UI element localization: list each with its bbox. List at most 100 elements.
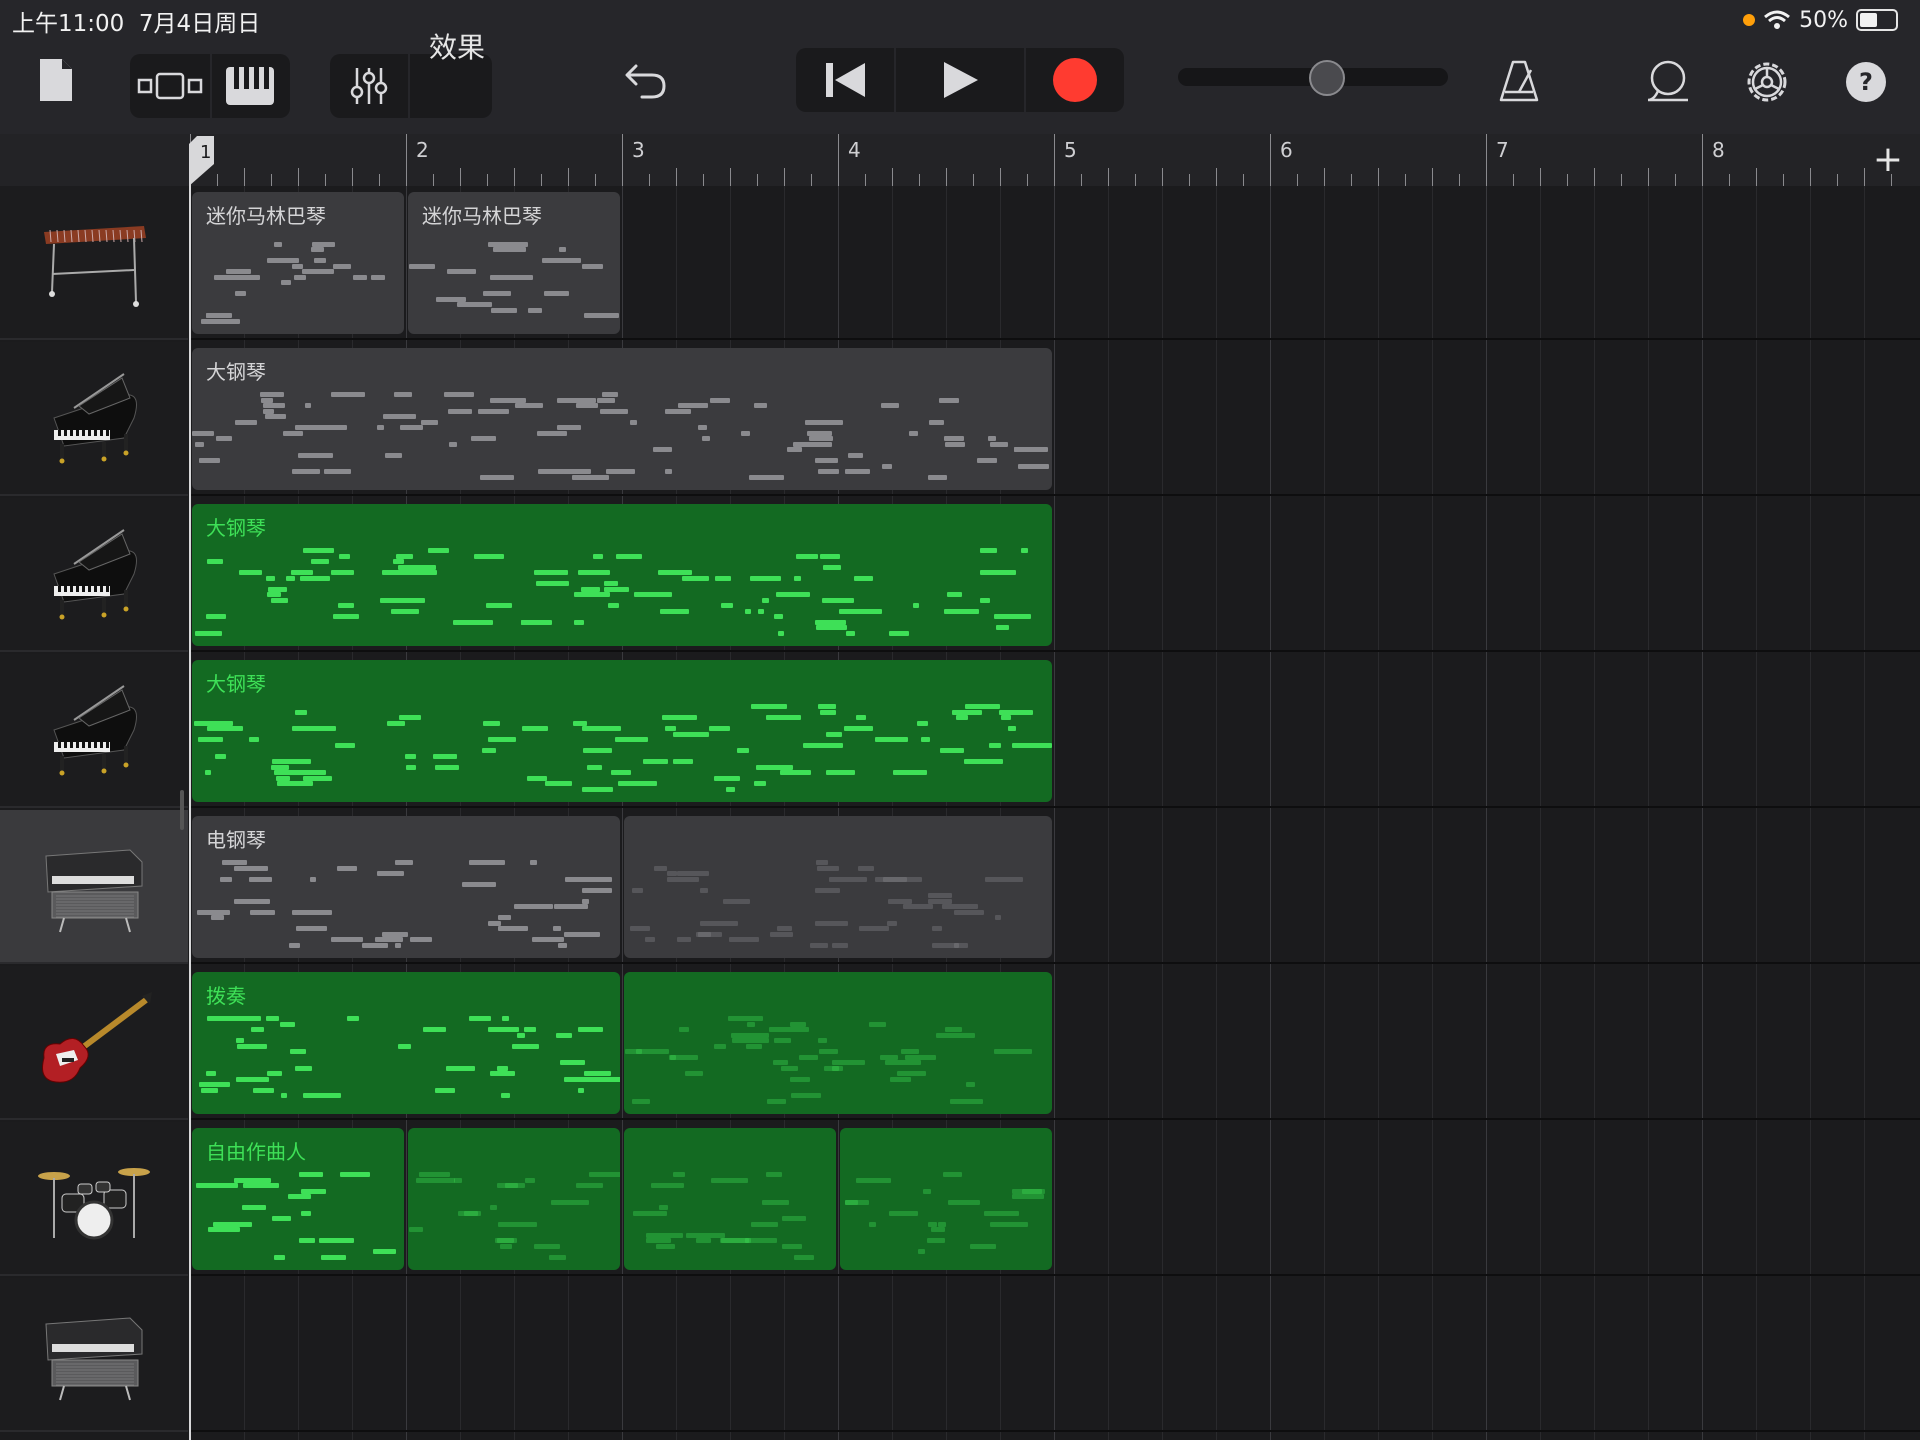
midi-note: [196, 1183, 224, 1188]
midi-note: [845, 630, 856, 636]
midi-note: [604, 581, 618, 586]
electric-piano-icon[interactable]: [34, 836, 154, 936]
region[interactable]: 大钢琴: [192, 348, 1052, 490]
midi-note: [500, 1243, 513, 1249]
midi-note: [932, 942, 960, 948]
midi-note: [321, 1254, 346, 1260]
keyboard-icon[interactable]: [214, 54, 286, 118]
midi-note: [990, 441, 1008, 447]
loop-icon[interactable]: [1642, 56, 1694, 108]
region[interactable]: 迷你马林巴琴: [408, 192, 620, 334]
region[interactable]: [624, 816, 1052, 958]
region[interactable]: 自由作曲人: [192, 1128, 404, 1270]
region[interactable]: 迷你马林巴琴: [192, 192, 404, 334]
grand-piano-icon[interactable]: [34, 524, 154, 624]
volume-slider-thumb[interactable]: [1308, 60, 1345, 96]
region[interactable]: 大钢琴: [192, 660, 1052, 802]
midi-note: [558, 942, 568, 948]
drum-kit-icon[interactable]: [34, 1148, 154, 1248]
region[interactable]: 大钢琴: [192, 504, 1052, 646]
midi-note: [964, 759, 1003, 764]
ruler-tick: [1864, 168, 1865, 186]
ruler-tick: [649, 174, 650, 186]
track-header[interactable]: [0, 966, 188, 1120]
settings-icon[interactable]: [1740, 54, 1794, 110]
midi-note: [239, 570, 262, 575]
record-icon[interactable]: [1026, 48, 1124, 112]
playhead-line[interactable]: [189, 150, 191, 1440]
midi-note: [903, 904, 933, 909]
ruler-tick: [1810, 168, 1811, 186]
midi-note: [950, 1098, 984, 1104]
electric-piano-icon[interactable]: [34, 1304, 154, 1404]
midi-note: [281, 280, 292, 285]
midi-note: [787, 447, 803, 452]
ruler-tick: [838, 134, 839, 186]
region[interactable]: [408, 1128, 620, 1270]
document-icon[interactable]: [34, 52, 78, 108]
midi-note: [201, 1087, 218, 1093]
midi-note: [889, 1076, 911, 1082]
bass-guitar-icon[interactable]: [34, 992, 154, 1092]
track-header[interactable]: [0, 654, 188, 808]
help-icon[interactable]: ?: [1840, 56, 1892, 108]
midi-note: [226, 269, 252, 274]
midi-note: [352, 274, 367, 280]
region[interactable]: 拨奏: [192, 972, 620, 1114]
region[interactable]: [840, 1128, 1052, 1270]
midi-note: [309, 876, 316, 882]
ruler-bar-number: 6: [1280, 138, 1293, 162]
midi-note: [816, 865, 839, 871]
midi-note: [291, 469, 321, 474]
undo-icon[interactable]: [620, 54, 672, 106]
midi-note: [252, 1087, 274, 1093]
mixer-icon[interactable]: [334, 54, 404, 118]
midi-note: [744, 608, 752, 614]
midi-note: [993, 614, 1032, 619]
midi-note: [945, 441, 965, 447]
midi-note: [970, 1243, 996, 1249]
midi-note: [207, 726, 243, 731]
midi-note: [288, 942, 300, 948]
midi-note: [999, 709, 1034, 715]
midi-note: [469, 860, 506, 865]
midi-note: [552, 926, 562, 931]
region[interactable]: [624, 1128, 836, 1270]
add-section-button[interactable]: +: [1868, 140, 1908, 180]
track-header[interactable]: [0, 1278, 188, 1432]
region[interactable]: [624, 972, 1052, 1114]
timeline-ruler[interactable]: 2 3 4 5 6 7 8: [0, 134, 1920, 186]
track-header-resize-handle[interactable]: [180, 790, 184, 830]
region[interactable]: 电钢琴: [192, 816, 620, 958]
midi-note: [551, 1199, 589, 1205]
midi-note: [722, 898, 751, 904]
ruler-tick: [1270, 134, 1271, 186]
midi-note: [409, 1227, 424, 1232]
grand-piano-icon[interactable]: [34, 368, 154, 468]
track-header[interactable]: [0, 498, 188, 652]
effects-button[interactable]: 效果: [422, 14, 492, 78]
playhead-handle-icon[interactable]: 1: [188, 134, 216, 186]
mini-marimba-icon[interactable]: [34, 212, 154, 312]
grand-piano-icon[interactable]: [34, 680, 154, 780]
track-header[interactable]: [0, 342, 188, 496]
midi-note: [482, 720, 500, 726]
metronome-icon[interactable]: [1494, 56, 1544, 108]
midi-note: [198, 737, 223, 742]
tracks-view-icon[interactable]: [134, 54, 206, 118]
midi-note: [696, 1238, 712, 1243]
midi-note: [761, 597, 770, 603]
track-lane[interactable]: [190, 1278, 1920, 1432]
midi-note: [726, 786, 736, 792]
midi-note: [339, 1172, 371, 1177]
play-icon[interactable]: [896, 48, 1024, 112]
track-header[interactable]: [0, 1122, 188, 1276]
midi-note: [761, 1199, 790, 1205]
rewind-icon[interactable]: [796, 48, 894, 112]
midi-note: [383, 414, 417, 419]
track-header[interactable]: [0, 810, 188, 964]
midi-note: [588, 1172, 620, 1177]
midi-note: [769, 1027, 809, 1032]
track-header[interactable]: [0, 186, 188, 340]
midi-note: [889, 630, 910, 636]
